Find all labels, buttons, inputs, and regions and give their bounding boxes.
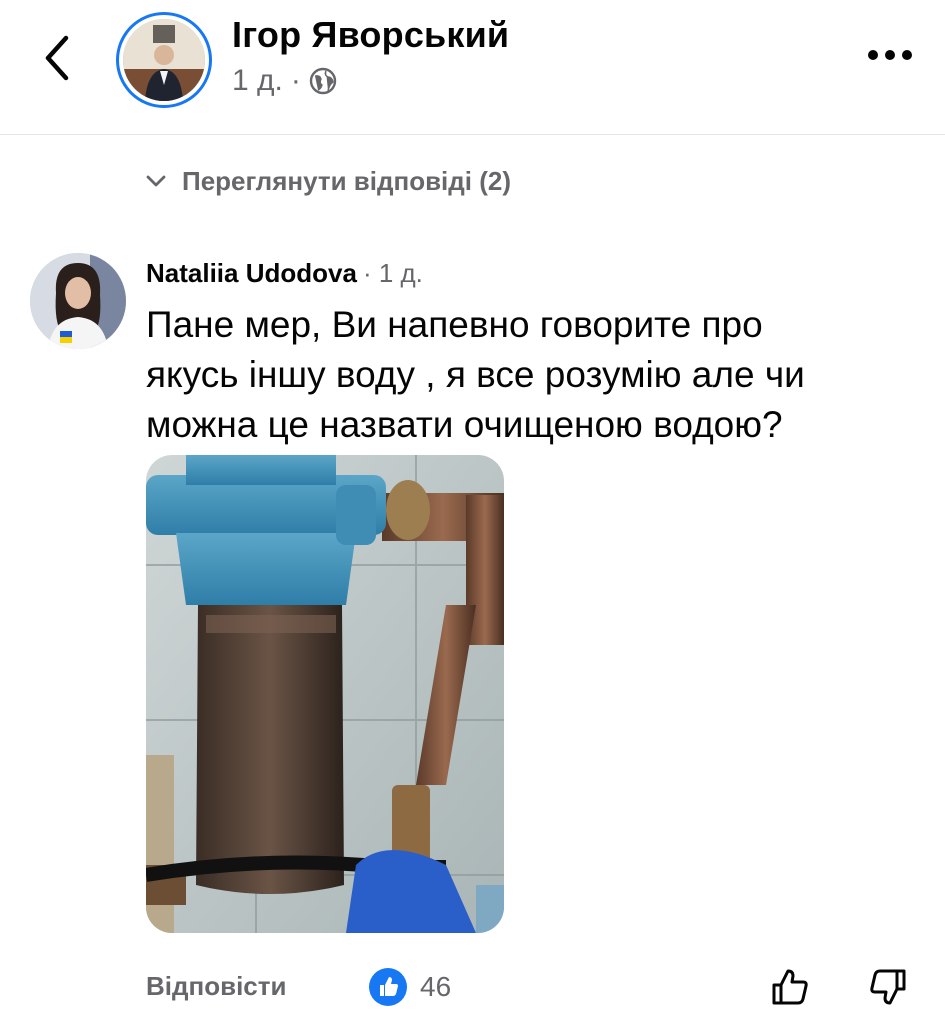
top-bar: Ігор Яворський 1 д. · [0,0,945,135]
comment-author[interactable]: Nataliia Udodova [146,258,357,289]
back-button[interactable] [38,30,78,86]
comment-time: · 1 д. [362,258,423,288]
meta-separator: · [290,64,301,97]
comment-photo[interactable] [146,455,504,933]
globe-icon [309,67,337,95]
thumb-up-outline-icon [772,969,808,1005]
comment-actions: Відповісти 46 [146,965,916,1009]
reaction-summary[interactable]: 46 [368,967,451,1007]
commenter-photo [30,253,126,349]
view-replies-button[interactable]: Переглянути відповіді (2) [146,166,511,197]
post-meta: 1 д. · [232,64,337,98]
comment-text-line: можна це назвати очищеною водою? [146,404,783,445]
view-replies-label: Переглянути відповіді (2) [182,166,512,196]
like-count: 46 [420,971,452,1002]
commenter-avatar[interactable] [30,253,126,349]
thumbs-up-icon [369,968,407,1006]
profile-photo [123,19,205,101]
comment-text-line: якусь іншу воду , я все розумію але чи [146,354,805,395]
reply-button[interactable]: Відповісти [146,971,286,1002]
upvote-button[interactable] [768,965,812,1009]
comment-text-line: Пане мер, Ви напевно говорите про [146,304,763,345]
comment-body: Пане мер, Ви напевно говорите про якусь … [146,300,916,450]
chevron-down-icon [146,175,166,186]
profile-name[interactable]: Ігор Яворський [232,14,509,56]
more-horizontal-icon [868,50,912,60]
chevron-left-icon [45,35,69,81]
water-filter-photo [146,455,504,933]
profile-avatar[interactable] [116,12,212,108]
thumb-down-outline-icon [870,969,906,1005]
comment-header: Nataliia Udodova · 1 д. [146,258,423,289]
more-options-button[interactable] [865,40,915,70]
post-time: 1 д. [232,64,283,97]
downvote-button[interactable] [866,965,910,1009]
